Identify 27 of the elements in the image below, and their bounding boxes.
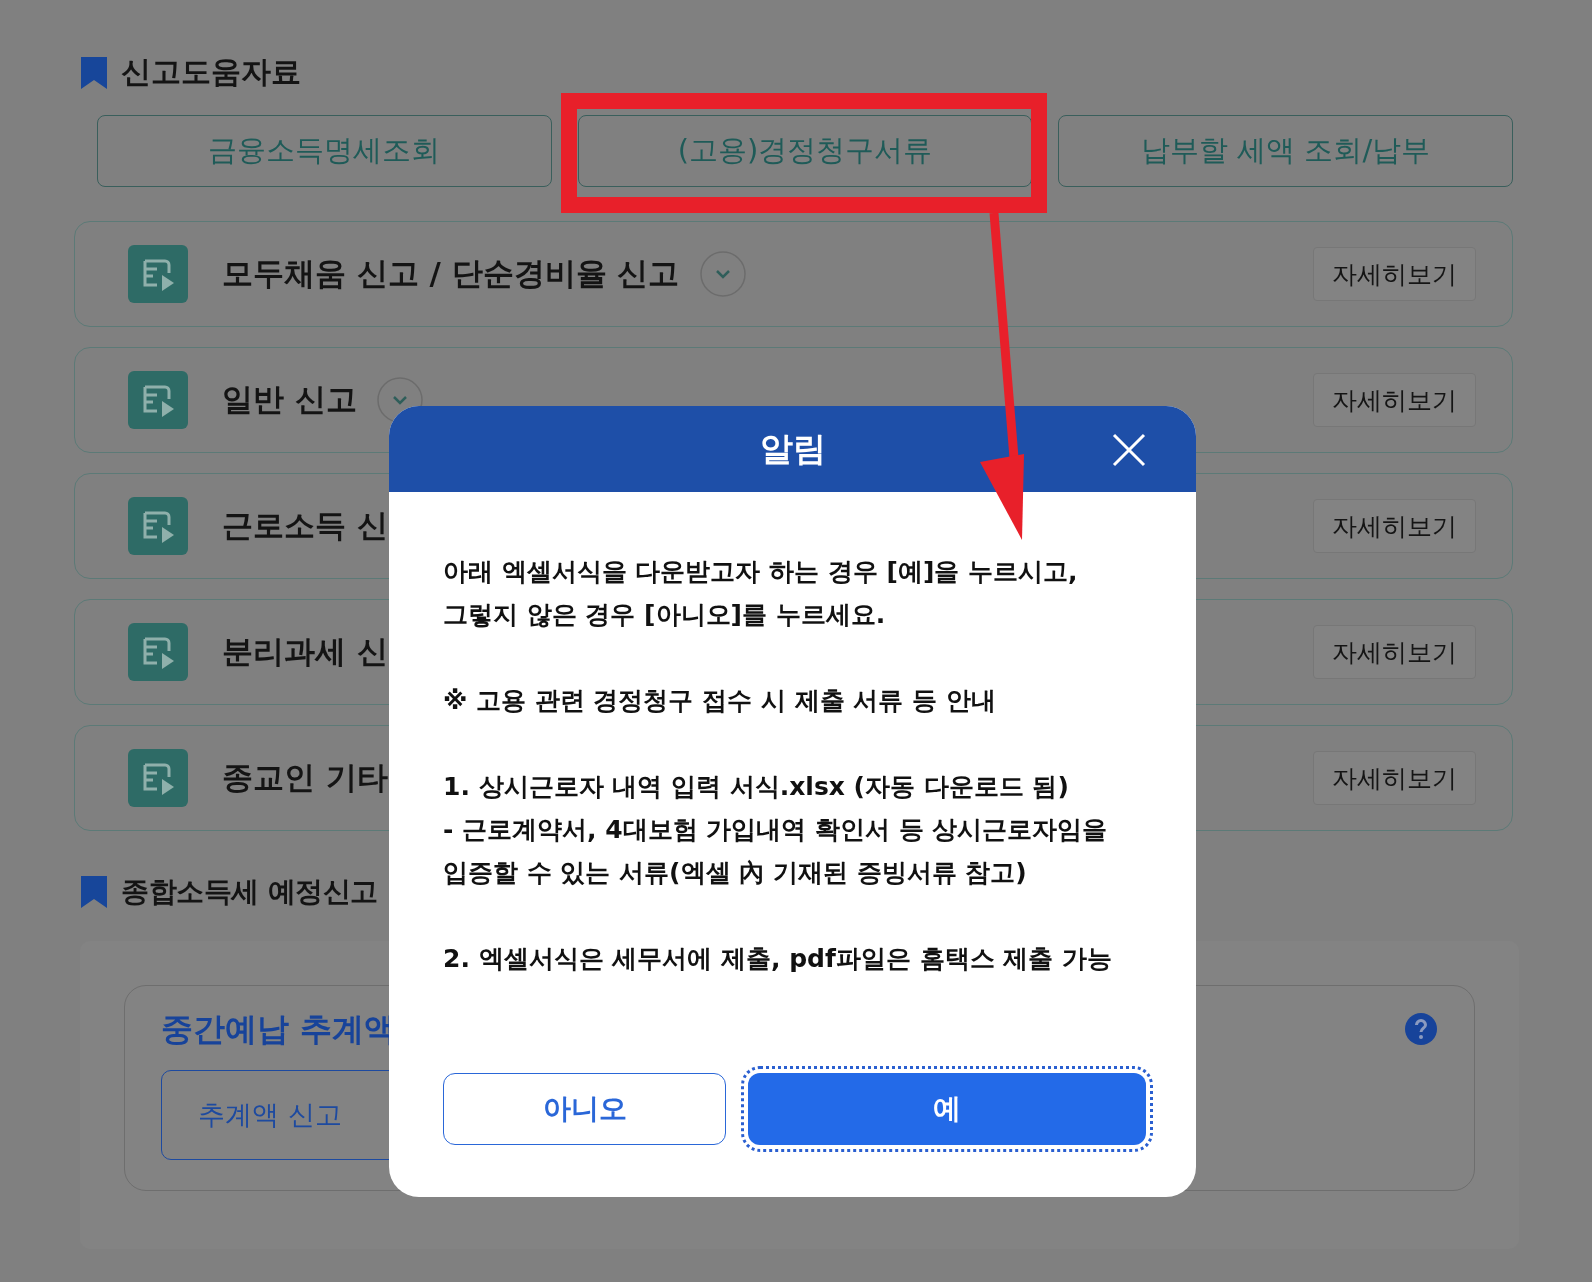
- help-icon[interactable]: [1404, 1012, 1438, 1046]
- dialog-text: 1. 상시근로자 내역 입력 서식.xlsx (자동 다운로드 됨) - 근로계약서, 4대보험 가입내역 확인서 등 상시근로자임을 입증할 수 있는 서류(엑셀 內 기재된 증빙서류 참고): [443, 771, 1109, 889]
- section-title: 신고도움자료: [121, 53, 301, 91]
- document-icon: [128, 497, 188, 555]
- document-icon: [128, 749, 188, 807]
- card-title: 근로소득 신: [222, 506, 388, 545]
- dialog-text: ※ 고용 관련 경정청구 접수 시 제출 서류 등 안내: [443, 685, 997, 717]
- document-icon: [128, 245, 188, 303]
- card-title: 종교인 기타: [222, 758, 388, 797]
- card-title: 모두채움 신고 / 단순경비율 신고: [222, 254, 680, 293]
- no-button[interactable]: 아니오: [443, 1073, 726, 1145]
- card-title: 일반 신고: [222, 380, 357, 419]
- bookmark-icon: [81, 876, 107, 908]
- details-button[interactable]: 자세히보기: [1313, 499, 1476, 553]
- dialog-text: 아래 엑셀서식을 다운받고자 하는 경우 [예]을 누르시고, 그렇지 않은 경우 [아니오]를 누르세요.: [443, 556, 1079, 631]
- document-icon: [128, 371, 188, 429]
- dialog-text: 2. 엑셀서식은 세무서에 제출, pdf파일은 홈택스 제출 가능: [443, 943, 1113, 975]
- details-button[interactable]: 자세히보기: [1313, 373, 1476, 427]
- details-button[interactable]: 자세히보기: [1313, 625, 1476, 679]
- card-title: 분리과세 신: [222, 632, 388, 671]
- bookmark-icon: [81, 56, 107, 89]
- details-button[interactable]: 자세히보기: [1313, 751, 1476, 805]
- close-icon[interactable]: [1112, 433, 1146, 467]
- document-icon: [128, 623, 188, 681]
- section-title: 종합소득세 예정신고: [121, 874, 378, 910]
- details-button[interactable]: 자세히보기: [1313, 247, 1476, 301]
- dialog-title: 알림: [759, 427, 826, 470]
